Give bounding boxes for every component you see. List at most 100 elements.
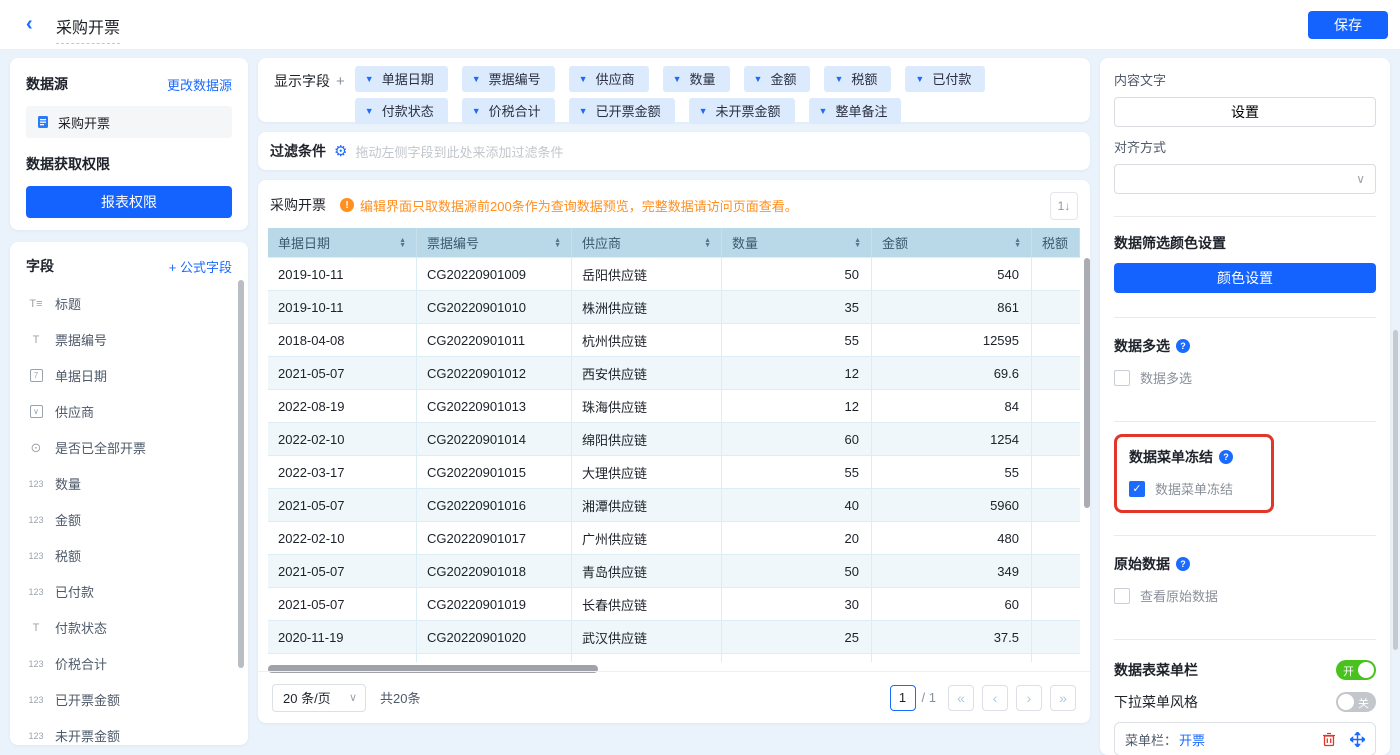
help-icon[interactable]: ? — [1219, 450, 1233, 464]
add-display-field-icon[interactable]: + — [336, 73, 345, 90]
column-header[interactable]: 税额 — [1032, 228, 1080, 258]
field-item[interactable]: ∨供应商 — [26, 402, 232, 421]
number-icon: 123 — [26, 695, 46, 705]
column-header[interactable]: 单据日期▲▼ — [268, 228, 417, 258]
field-item[interactable]: T≡标题 — [26, 294, 232, 313]
table-row[interactable]: 2020-11-19CG20220901020武汉供应链2537.5 — [268, 621, 1080, 654]
table-cell: 1254 — [872, 423, 1032, 456]
fields-scrollbar[interactable] — [238, 280, 244, 668]
display-field-chip[interactable]: ▼未开票金额 — [689, 98, 795, 124]
table-row[interactable]: 2021-05-07CG20220901018青岛供应链50349 — [268, 555, 1080, 588]
field-item[interactable]: 123税额 — [26, 546, 232, 565]
dropdown-style-toggle[interactable]: 关 — [1336, 692, 1376, 712]
first-page-button[interactable]: « — [948, 685, 974, 711]
table-cell — [1032, 291, 1080, 324]
column-header[interactable]: 数量▲▼ — [722, 228, 872, 258]
display-field-chip[interactable]: ▼金额 — [744, 66, 811, 92]
table-row[interactable]: 2022-08-19CG20220901013珠海供应链1284 — [268, 390, 1080, 423]
window-scrollbar[interactable] — [1393, 330, 1398, 650]
raw-data-checkbox[interactable] — [1114, 588, 1130, 604]
field-item[interactable]: 123已付款 — [26, 582, 232, 601]
sort-icon[interactable]: 1↓ — [1050, 192, 1078, 220]
page-input[interactable]: 1 — [890, 685, 916, 711]
display-field-chip[interactable]: ▼数量 — [663, 66, 730, 92]
report-permission-button[interactable]: 报表权限 — [26, 186, 232, 218]
filter-bar[interactable]: 过滤条件 ⚙ 拖动左侧字段到此处来添加过滤条件 — [258, 132, 1090, 170]
field-item[interactable]: 123数量 — [26, 474, 232, 493]
table-row[interactable] — [268, 654, 1080, 662]
color-settings-button[interactable]: 颜色设置 — [1114, 263, 1376, 293]
field-item[interactable]: T票据编号 — [26, 330, 232, 349]
display-field-chip[interactable]: ▼价税合计 — [462, 98, 555, 124]
content-text-settings-button[interactable]: 设置 — [1114, 97, 1376, 127]
menubar-item-value[interactable]: 开票 — [1179, 730, 1205, 749]
table-row[interactable]: 2019-10-11CG20220901010株洲供应链35861 — [268, 291, 1080, 324]
table-row[interactable]: 2021-05-07CG20220901012西安供应链1269.6 — [268, 357, 1080, 390]
prev-page-button[interactable]: ‹ — [982, 685, 1008, 711]
help-icon[interactable]: ? — [1176, 339, 1190, 353]
display-field-chip[interactable]: ▼单据日期 — [355, 66, 448, 92]
caret-down-icon: ▼ — [472, 106, 481, 116]
table-row[interactable]: 2019-10-11CG20220901009岳阳供应链50540 — [268, 258, 1080, 291]
table-cell: 长春供应链 — [572, 588, 722, 621]
multi-select-checkbox[interactable] — [1114, 370, 1130, 386]
table-cell: 株洲供应链 — [572, 291, 722, 324]
sort-arrows-icon[interactable]: ▲▼ — [854, 238, 861, 248]
table-cell: 2020-11-19 — [268, 621, 417, 654]
field-item[interactable]: 123未开票金额 — [26, 726, 232, 745]
selected-datasource-label: 采购开票 — [58, 113, 110, 132]
page-size-select[interactable]: 20 条/页 ∨ — [272, 684, 366, 712]
display-field-chip[interactable]: ▼票据编号 — [462, 66, 555, 92]
menu-freeze-checkbox[interactable]: ✓ — [1129, 481, 1145, 497]
content-text-label: 内容文字 — [1114, 70, 1376, 89]
display-field-chip[interactable]: ▼整单备注 — [809, 98, 902, 124]
field-item[interactable]: ⊙是否已全部开票 — [26, 438, 232, 457]
move-icon[interactable] — [1350, 732, 1365, 747]
column-header[interactable]: 金额▲▼ — [872, 228, 1032, 258]
display-field-chip[interactable]: ▼已开票金额 — [569, 98, 675, 124]
help-icon[interactable]: ? — [1176, 557, 1190, 571]
table-vertical-scrollbar[interactable] — [1084, 258, 1090, 508]
last-page-button[interactable]: » — [1050, 685, 1076, 711]
number-icon: 123 — [26, 551, 46, 561]
add-formula-field-link[interactable]: + 公式字段 — [169, 257, 232, 276]
gear-icon[interactable]: ⚙ — [334, 142, 347, 160]
change-datasource-link[interactable]: 更改数据源 — [167, 75, 232, 94]
date-icon: 7 — [26, 369, 46, 382]
table-row[interactable]: 2021-05-07CG20220901019长春供应链3060 — [268, 588, 1080, 621]
display-field-chip[interactable]: ▼已付款 — [905, 66, 985, 92]
column-header[interactable]: 票据编号▲▼ — [417, 228, 572, 258]
field-item[interactable]: 123已开票金额 — [26, 690, 232, 709]
sort-arrows-icon[interactable]: ▲▼ — [399, 238, 406, 248]
sort-arrows-icon[interactable]: ▲▼ — [554, 238, 561, 248]
align-select[interactable]: ∨ — [1114, 164, 1376, 194]
trash-icon[interactable] — [1322, 732, 1336, 747]
save-button[interactable]: 保存 — [1308, 11, 1388, 39]
display-field-chip[interactable]: ▼付款状态 — [355, 98, 448, 124]
caret-down-icon: ▼ — [754, 74, 763, 84]
table-row[interactable]: 2021-05-07CG20220901016湘潭供应链405960 — [268, 489, 1080, 522]
table-row[interactable]: 2022-02-10CG20220901014绵阳供应链601254 — [268, 423, 1080, 456]
chip-label: 单据日期 — [382, 69, 434, 88]
field-item[interactable]: 123金额 — [26, 510, 232, 529]
table-row[interactable]: 2018-04-08CG20220901011杭州供应链5512595 — [268, 324, 1080, 357]
field-item[interactable]: T付款状态 — [26, 618, 232, 637]
menubar-toggle[interactable]: 开 — [1336, 660, 1376, 680]
column-header[interactable]: 供应商▲▼ — [572, 228, 722, 258]
title-icon: T≡ — [26, 298, 46, 310]
caret-down-icon: ▼ — [579, 74, 588, 84]
display-field-chip[interactable]: ▼供应商 — [569, 66, 649, 92]
field-item[interactable]: 7单据日期 — [26, 366, 232, 385]
next-page-button[interactable]: › — [1016, 685, 1042, 711]
selected-datasource[interactable]: 采购开票 — [26, 106, 232, 138]
field-item[interactable]: 123价税合计 — [26, 654, 232, 673]
menubar-item[interactable]: 菜单栏： 开票 — [1114, 722, 1376, 755]
table-row[interactable]: 2022-03-17CG20220901015大理供应链5555 — [268, 456, 1080, 489]
page-title[interactable]: 采购开票 — [56, 14, 120, 44]
back-icon[interactable]: ‹ — [26, 13, 33, 36]
display-field-chip[interactable]: ▼税额 — [824, 66, 891, 92]
chip-label: 已付款 — [932, 69, 971, 88]
sort-arrows-icon[interactable]: ▲▼ — [704, 238, 711, 248]
sort-arrows-icon[interactable]: ▲▼ — [1014, 238, 1021, 248]
table-row[interactable]: 2022-02-10CG20220901017广州供应链20480 — [268, 522, 1080, 555]
